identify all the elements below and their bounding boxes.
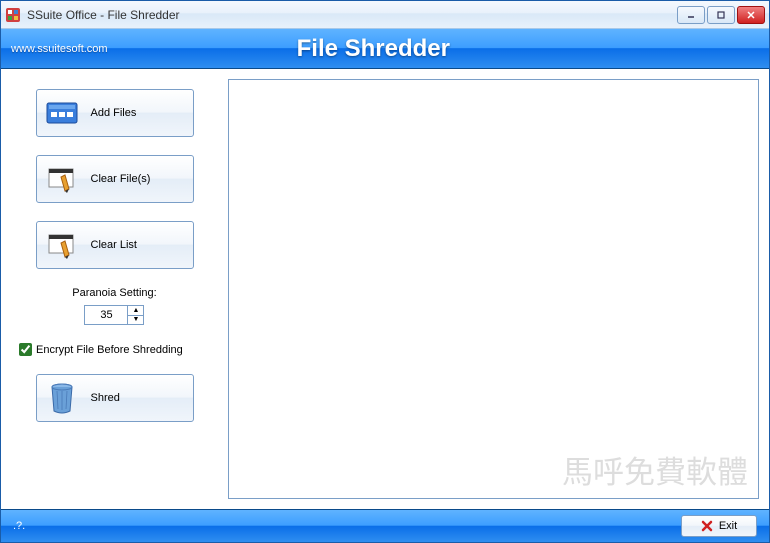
paranoia-down-button[interactable]: ▼ [128,316,143,325]
main-area: Add Files Clear File(s) Clear List Paran… [1,69,769,509]
footer: .?. Exit [1,509,769,542]
encrypt-checkbox-row[interactable]: Encrypt File Before Shredding [19,343,210,356]
app-icon [5,7,21,23]
status-text: .?. [13,520,25,532]
clear-list-button[interactable]: Clear List [36,221,194,269]
titlebar: SSuite Office - File Shredder [1,1,769,29]
clear-list-label: Clear List [91,239,137,251]
maximize-button[interactable] [707,6,735,24]
clear-list-icon [43,229,81,261]
website-url: www.ssuitesoft.com [11,43,108,55]
exit-label: Exit [719,520,737,532]
clear-files-icon [43,163,81,195]
paranoia-spinner: ▲ ▼ [84,305,144,325]
header-band: www.ssuitesoft.com File Shredder [1,29,769,69]
shred-label: Shred [91,392,120,404]
watermark-text: 馬呼免費軟體 [562,447,748,492]
trash-icon [43,382,81,414]
add-files-button[interactable]: Add Files [36,89,194,137]
window-title: SSuite Office - File Shredder [27,8,180,22]
exit-button[interactable]: Exit [681,515,757,537]
window-controls [677,6,765,24]
close-button[interactable] [737,6,765,24]
paranoia-label: Paranoia Setting: [72,287,156,299]
sidebar: Add Files Clear File(s) Clear List Paran… [1,69,228,509]
file-list[interactable]: 馬呼免費軟體 [228,79,759,499]
paranoia-input[interactable] [84,305,128,325]
shred-button[interactable]: Shred [36,374,194,422]
exit-icon [701,520,713,532]
paranoia-setting: Paranoia Setting: ▲ ▼ [72,287,156,325]
encrypt-label: Encrypt File Before Shredding [36,344,183,356]
add-files-icon [43,97,81,129]
content-area: 馬呼免費軟體 [228,69,769,509]
clear-files-button[interactable]: Clear File(s) [36,155,194,203]
app-title: File Shredder [108,35,759,63]
minimize-button[interactable] [677,6,705,24]
encrypt-checkbox[interactable] [19,343,32,356]
add-files-label: Add Files [91,107,137,119]
clear-files-label: Clear File(s) [91,173,151,185]
paranoia-up-button[interactable]: ▲ [128,306,143,316]
